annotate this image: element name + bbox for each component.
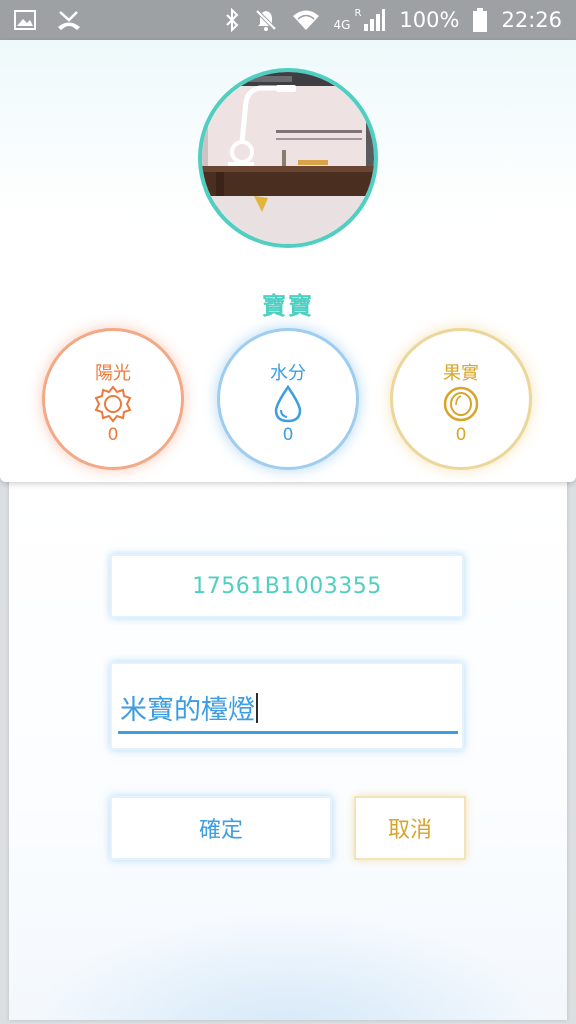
sun-icon: [94, 385, 132, 423]
clock: 22:26: [501, 8, 562, 32]
stat-fruit[interactable]: 果實 0: [390, 328, 532, 470]
water-drop-icon: [269, 384, 307, 423]
battery-icon: [473, 8, 488, 32]
serial-number-field: 17561B1003355: [110, 554, 464, 618]
signal-icon: [363, 8, 386, 32]
stat-sunlight[interactable]: 陽光 0: [42, 328, 184, 470]
nickname-value: 米寶的檯燈: [120, 695, 255, 726]
text-caret: [256, 692, 258, 723]
network-type: 4G: [333, 18, 351, 32]
stat-label: 水分: [270, 363, 306, 384]
mute-icon: [254, 8, 278, 32]
stat-value: 0: [107, 425, 119, 445]
fruit-icon: [442, 385, 480, 423]
gallery-icon: [14, 10, 36, 30]
bluetooth-icon: [224, 8, 240, 32]
nickname-field[interactable]: 米寶的檯燈: [110, 662, 464, 750]
status-bar: 4G R 100% 22:26: [0, 0, 576, 40]
serial-number: 17561B1003355: [192, 573, 382, 599]
stat-label: 陽光: [95, 363, 131, 384]
battery-percent: 100%: [399, 8, 460, 32]
missed-call-icon: [56, 9, 82, 31]
stat-label: 果實: [443, 363, 479, 384]
wifi-icon: [292, 9, 320, 31]
cancel-button[interactable]: 取消: [354, 796, 466, 860]
device-form-panel: 17561B1003355 米寶的檯燈 確定 取消: [9, 474, 567, 1020]
desk-lamp-photo: [202, 72, 374, 244]
profile-card: 寶寶 陽光 0 水分 0 果實 0: [0, 40, 576, 482]
stat-value: 0: [282, 425, 294, 445]
stat-water[interactable]: 水分 0: [217, 328, 359, 470]
avatar[interactable]: [198, 68, 378, 248]
stat-value: 0: [455, 425, 467, 445]
nickname-input[interactable]: 米寶的檯燈: [118, 684, 458, 734]
profile-name: 寶寶: [262, 292, 314, 320]
confirm-button[interactable]: 確定: [110, 796, 332, 860]
roaming-indicator: R: [354, 7, 362, 19]
